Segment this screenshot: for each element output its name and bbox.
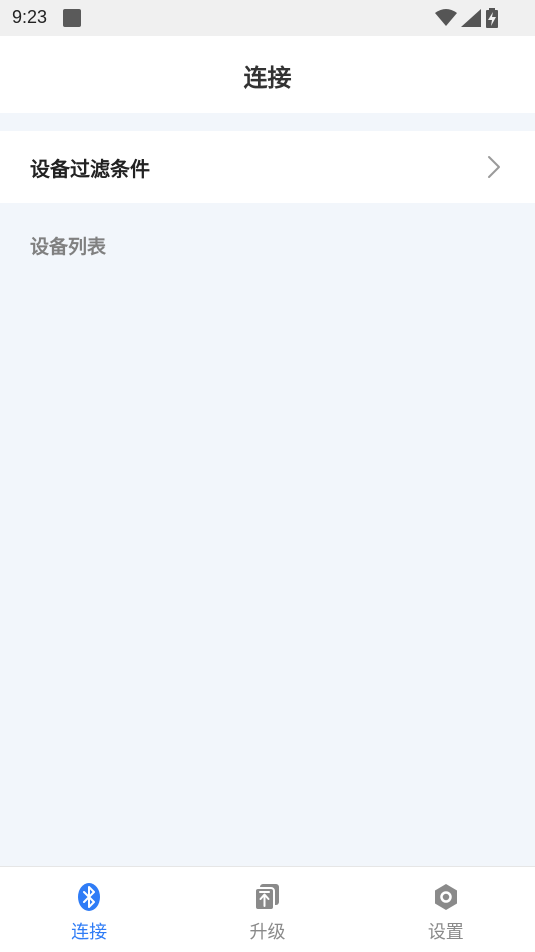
page-title: 连接 bbox=[243, 63, 292, 92]
chevron-right-icon bbox=[488, 156, 500, 178]
settings-icon bbox=[434, 884, 457, 910]
device-filter-label: 设备过滤条件 bbox=[30, 157, 150, 181]
nav-item-upgrade[interactable]: 升级 bbox=[178, 867, 356, 952]
status-time: 9:23 bbox=[12, 7, 48, 27]
device-list bbox=[0, 265, 535, 865]
app-bar: 连接 bbox=[0, 36, 535, 113]
status-icons bbox=[435, 8, 499, 28]
upgrade-icon bbox=[254, 884, 280, 911]
cellular-signal-icon bbox=[461, 9, 481, 27]
nav-label-connect: 连接 bbox=[71, 922, 108, 943]
wifi-icon bbox=[435, 9, 457, 26]
status-bar: 9:23 bbox=[0, 0, 535, 36]
nav-label-upgrade: 升级 bbox=[249, 922, 286, 943]
bottom-nav: 连接 升级 设置 bbox=[0, 866, 535, 952]
notification-icon bbox=[63, 9, 81, 27]
nav-item-settings[interactable]: 设置 bbox=[357, 867, 535, 952]
battery-charging-icon bbox=[486, 8, 498, 28]
device-list-header: 设备列表 bbox=[30, 236, 107, 258]
nav-item-connect[interactable]: 连接 bbox=[0, 867, 178, 952]
device-filter-row[interactable]: 设备过滤条件 bbox=[0, 131, 535, 203]
bluetooth-icon bbox=[78, 883, 101, 911]
nav-label-settings: 设置 bbox=[427, 922, 464, 943]
